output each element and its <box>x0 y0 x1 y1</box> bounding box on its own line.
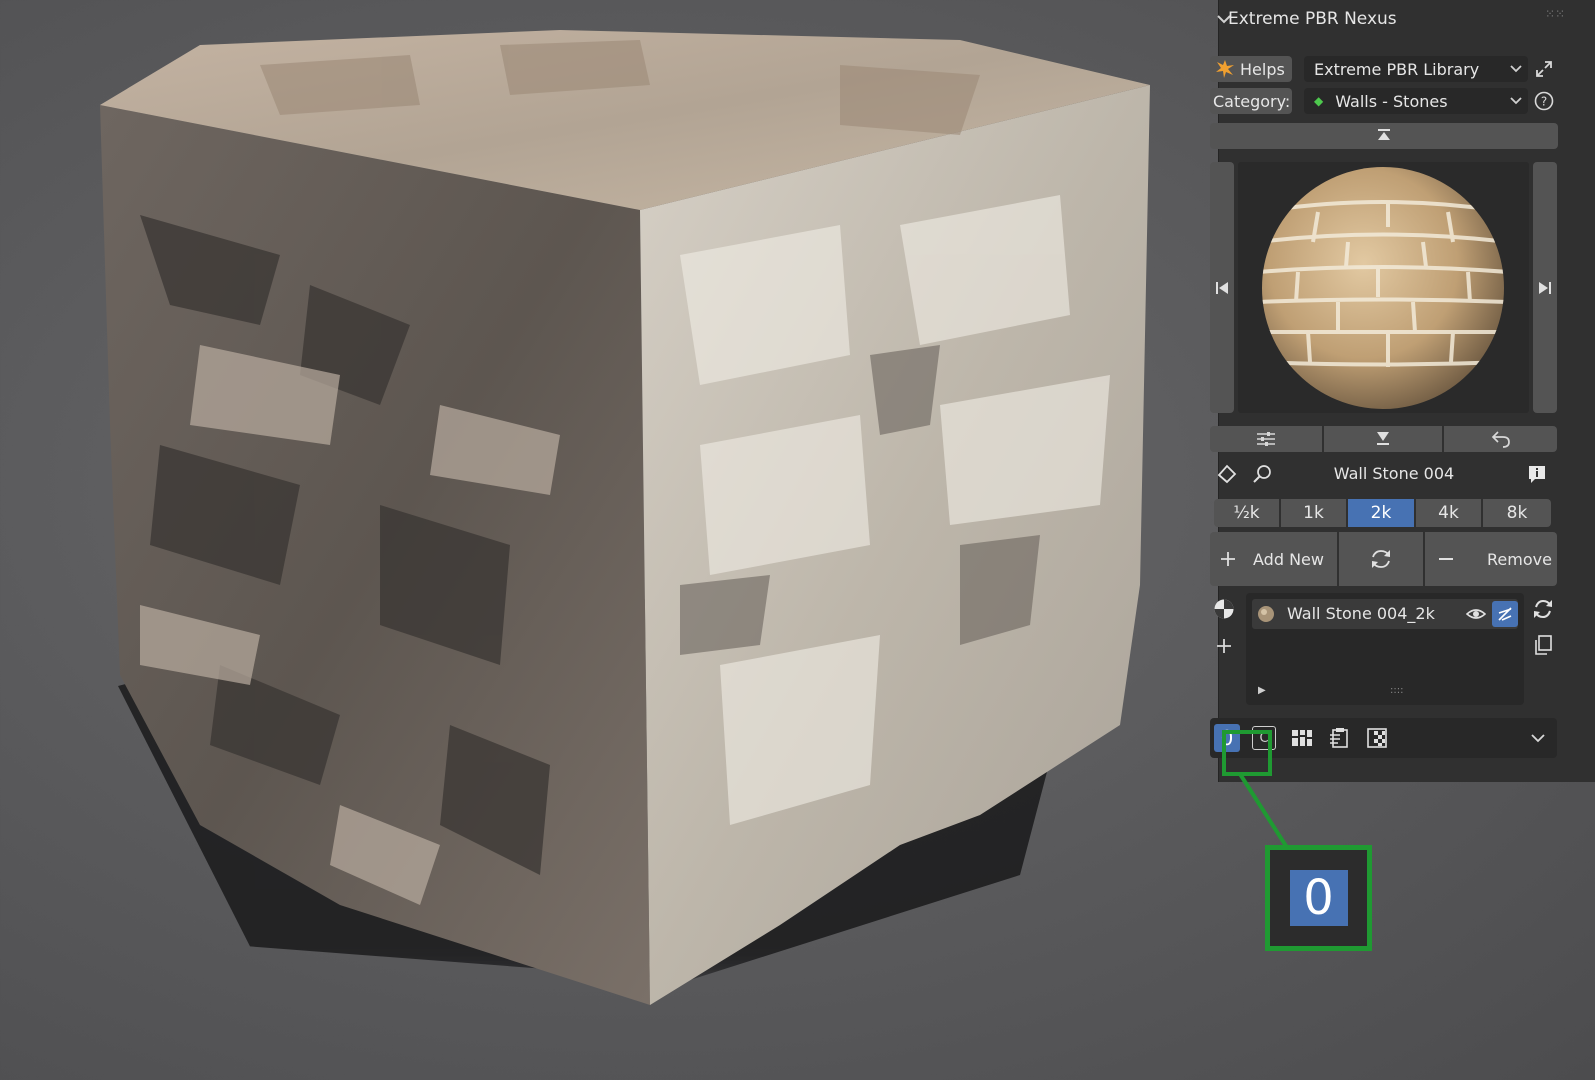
extreme-pbr-nexus-panel: Extreme PBR Nexus ⁙⁙ Helps Extreme PBR L… <box>1210 0 1595 782</box>
3d-viewport[interactable] <box>0 0 1218 1080</box>
clipboard-icon[interactable] <box>1326 726 1352 750</box>
list-item[interactable]: Wall Stone 004_2k <box>1252 599 1518 629</box>
chevron-down-icon <box>1510 97 1522 105</box>
sliders-icon <box>1257 432 1275 446</box>
previous-button[interactable] <box>1210 162 1234 413</box>
burst-icon <box>1216 60 1234 78</box>
refresh-icon <box>1372 550 1390 568</box>
copy-icon[interactable] <box>1530 632 1556 658</box>
resolution-label: ½k <box>1233 503 1260 523</box>
diamond-icon: ◆ <box>1314 94 1324 108</box>
shape-icon[interactable] <box>1214 461 1240 487</box>
previous-icon <box>1216 281 1228 294</box>
add-new-button[interactable]: Add New <box>1210 532 1337 586</box>
chevron-down-icon <box>1510 65 1522 73</box>
next-icon <box>1539 281 1551 294</box>
callout-highlight-box <box>1222 730 1272 776</box>
refresh-button[interactable] <box>1339 532 1423 586</box>
resolution-half-k[interactable]: ½k <box>1214 499 1279 527</box>
svg-text:?: ? <box>1541 95 1547 109</box>
resolution-4k[interactable]: 4k <box>1416 499 1481 527</box>
resolution-label: 1k <box>1303 503 1324 523</box>
eye-icon[interactable] <box>1465 606 1487 626</box>
jump-top-button[interactable] <box>1210 123 1558 149</box>
undo-button[interactable] <box>1444 426 1557 452</box>
material-ball-icon[interactable] <box>1211 596 1237 622</box>
category-dropdown[interactable]: ◆ Walls - Stones <box>1304 88 1528 114</box>
undo-icon <box>1491 431 1510 448</box>
info-icon[interactable] <box>1525 462 1549 486</box>
library-value: Extreme PBR Library <box>1314 59 1480 79</box>
category-value: Walls - Stones <box>1335 91 1448 111</box>
question-icon[interactable]: ? <box>1533 89 1555 113</box>
helps-button[interactable]: Helps <box>1210 56 1292 82</box>
category-label: Category: <box>1210 88 1292 114</box>
add-new-label: Add New <box>1253 549 1324 569</box>
resolution-2k[interactable]: 2k <box>1348 499 1414 527</box>
list-resize-grip[interactable]: :::: <box>1390 685 1403 696</box>
stone-sphere-preview <box>1262 167 1504 409</box>
search-icon[interactable] <box>1250 462 1274 486</box>
expand-triangle-icon[interactable]: ▶ <box>1258 685 1266 696</box>
material-name: Wall Stone 004 <box>1333 464 1455 483</box>
slot-name: Wall Stone 004_2k <box>1287 604 1435 623</box>
stone-wall-cube-render <box>100 30 1150 1005</box>
resolution-1k[interactable]: 1k <box>1281 499 1346 527</box>
panel-title: Extreme PBR Nexus <box>1228 9 1397 29</box>
refresh-icon[interactable] <box>1530 596 1556 622</box>
plus-icon <box>1221 552 1235 566</box>
callout-zoom-value: 0 <box>1289 870 1348 926</box>
resolution-label: 2k <box>1370 503 1392 523</box>
material-slot-list[interactable]: Wall Stone 004_2k ▶ :::: <box>1246 593 1524 705</box>
callout-zoom-box: 0 <box>1265 845 1372 951</box>
checker-icon[interactable] <box>1364 726 1390 750</box>
adjust-button[interactable] <box>1210 426 1322 452</box>
download-button[interactable] <box>1324 426 1442 452</box>
minus-icon <box>1439 558 1453 560</box>
plus-icon[interactable] <box>1211 633 1237 659</box>
material-preview[interactable] <box>1238 162 1529 413</box>
remove-label: Remove <box>1487 549 1552 569</box>
jump-top-icon <box>1378 129 1390 140</box>
material-thumbnail-icon <box>1257 605 1275 627</box>
callout-connector-line <box>1238 772 1288 848</box>
chevron-down-icon[interactable] <box>1525 726 1551 750</box>
popout-icon[interactable] <box>1533 57 1555 81</box>
next-button[interactable] <box>1533 162 1557 413</box>
drag-grip-icon[interactable]: ⁙⁙ <box>1545 8 1565 20</box>
resolution-label: 8k <box>1506 503 1528 523</box>
remove-button[interactable]: Remove <box>1425 532 1557 586</box>
helps-label: Helps <box>1240 59 1285 79</box>
resolution-label: 4k <box>1438 503 1459 523</box>
resolution-8k[interactable]: 8k <box>1483 499 1551 527</box>
library-dropdown[interactable]: Extreme PBR Library <box>1304 56 1528 82</box>
grid-icon[interactable] <box>1289 726 1315 750</box>
download-icon <box>1377 432 1389 445</box>
link-icon[interactable] <box>1492 601 1518 627</box>
